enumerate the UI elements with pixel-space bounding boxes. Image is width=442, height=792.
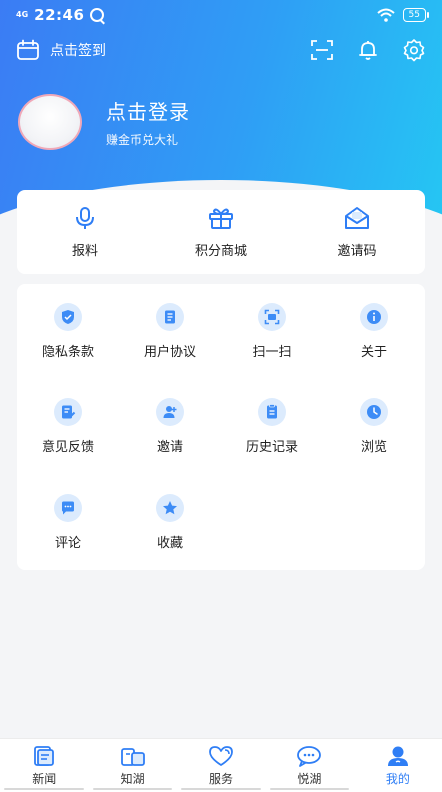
settings-button[interactable] — [402, 38, 426, 62]
tab-label: 服务 — [209, 771, 234, 786]
wifi-icon — [376, 8, 395, 22]
grid-item-favorites[interactable]: 收藏 — [119, 474, 221, 570]
tab-label: 悦湖 — [297, 771, 322, 786]
shield-icon — [62, 310, 74, 324]
grid-item-user-agreement[interactable]: 用户协议 — [119, 284, 221, 379]
quick-action-points-mall[interactable]: 积分商城 — [153, 190, 289, 274]
tab-divider — [269, 788, 350, 790]
grid-item-label: 隐私条款 — [41, 345, 94, 360]
grid-item-about[interactable]: 关于 — [323, 284, 425, 379]
chat-icon — [297, 745, 322, 767]
quick-action-label: 积分商城 — [194, 243, 247, 259]
grid-item-label: 意见反馈 — [41, 440, 94, 455]
calendar-icon — [17, 39, 39, 60]
microphone-icon — [76, 206, 94, 229]
tab-label: 新闻 — [32, 771, 57, 786]
comment-icon — [62, 501, 74, 514]
tab-zhihu[interactable]: 知湖 — [88, 739, 176, 792]
envelope-icon — [345, 206, 369, 229]
login-area[interactable]: 点击登录 赚金币兑大礼 — [18, 94, 190, 150]
features-grid-card: 隐私条款 用户协议 扫一扫 关于 意见反馈 邀请 历史记录 浏览 评论 收藏 — [17, 284, 425, 570]
document-icon — [165, 310, 175, 324]
grid-item-label: 关于 — [360, 345, 387, 360]
quick-action-label: 邀请码 — [337, 243, 377, 259]
grid-item-label: 历史记录 — [245, 440, 298, 455]
tab-divider — [181, 788, 261, 790]
grid-item-history[interactable]: 历史记录 — [221, 379, 323, 474]
quick-actions-card: 报料 积分商城 邀请码 — [17, 190, 425, 274]
top-toolbar: 点击签到 — [0, 32, 442, 68]
quick-action-label: 报料 — [71, 243, 98, 259]
feedback-icon — [62, 405, 76, 419]
tab-divider — [4, 788, 84, 790]
grid-item-browse[interactable]: 浏览 — [323, 379, 425, 474]
battery-indicator: 55 — [402, 8, 430, 22]
tab-label: 我的 — [385, 771, 410, 786]
add-user-icon — [163, 406, 177, 418]
search-icon — [90, 8, 105, 22]
scan-icon — [264, 309, 280, 325]
news-icon — [34, 745, 55, 766]
grid-item-scan[interactable]: 扫一扫 — [221, 284, 323, 379]
gift-icon — [209, 208, 233, 229]
tab-label: 知湖 — [120, 771, 145, 786]
grid-item-label: 收藏 — [156, 535, 183, 551]
bell-icon — [359, 41, 377, 60]
grid-item-label: 评论 — [54, 535, 81, 551]
network-indicator: 4G — [16, 10, 29, 19]
heart-icon — [209, 745, 233, 766]
grid-item-privacy[interactable]: 隐私条款 — [17, 284, 119, 379]
checkin-button[interactable]: 点击签到 — [16, 39, 106, 61]
grid-item-label: 浏览 — [360, 440, 387, 455]
info-icon — [367, 310, 381, 324]
status-bar: 4G 22:46 55 — [0, 0, 442, 30]
gear-icon — [403, 39, 425, 62]
avatar[interactable] — [18, 94, 82, 150]
quick-action-invite-code[interactable]: 邀请码 — [289, 190, 425, 274]
grid-item-label: 扫一扫 — [252, 345, 292, 360]
me-page: 4G 22:46 55 点击签到 点击登录 赚金币兑大礼 报料 积分商城 邀请码… — [0, 0, 442, 792]
checkin-label: 点击签到 — [50, 43, 106, 59]
user-icon — [387, 746, 408, 766]
book-icon — [120, 747, 145, 766]
login-title: 点击登录 — [106, 100, 190, 124]
quick-action-report[interactable]: 报料 — [17, 190, 153, 274]
tab-news[interactable]: 新闻 — [0, 739, 88, 792]
star-icon — [163, 500, 177, 514]
history-icon — [267, 404, 277, 419]
grid-item-invite[interactable]: 邀请 — [119, 379, 221, 474]
grid-item-comment[interactable]: 评论 — [17, 474, 119, 570]
status-time: 22:46 — [34, 6, 85, 24]
scan-button[interactable] — [310, 38, 334, 62]
bottom-tab-bar: 新闻 知湖 服务 悦湖 我的 — [0, 738, 442, 792]
tab-service[interactable]: 服务 — [177, 739, 265, 792]
tab-divider — [92, 788, 173, 790]
grid-item-label: 用户协议 — [143, 345, 196, 360]
grid-item-label: 邀请 — [156, 440, 183, 455]
tab-yuehu[interactable]: 悦湖 — [265, 739, 353, 792]
clock-icon — [367, 405, 381, 419]
scan-icon — [311, 40, 333, 60]
login-subtitle: 赚金币兑大礼 — [106, 133, 179, 147]
notification-button[interactable] — [356, 38, 380, 62]
grid-item-feedback[interactable]: 意见反馈 — [17, 379, 119, 474]
tab-me[interactable]: 我的 — [354, 739, 442, 792]
